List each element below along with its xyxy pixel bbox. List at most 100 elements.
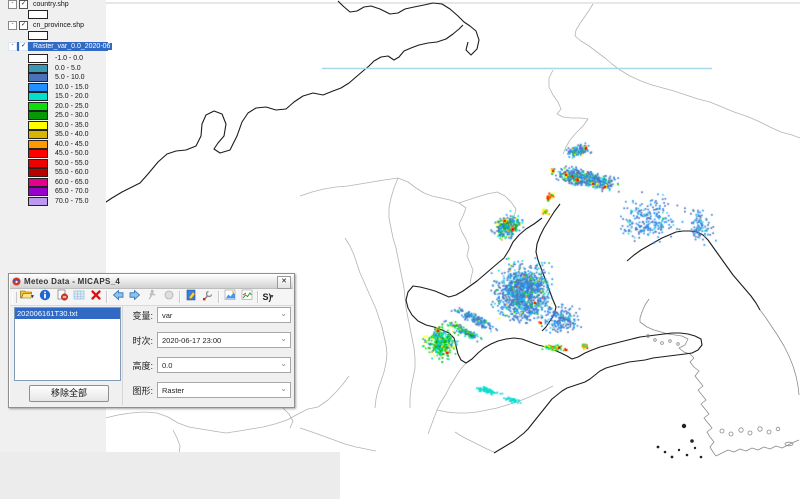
legend-swatch [28, 83, 48, 92]
toolbar-separator [179, 291, 180, 303]
area-chart-button[interactable] [221, 290, 238, 304]
layer-checkbox[interactable]: ✓ [19, 0, 28, 9]
legend-swatch [28, 168, 48, 177]
animate-button[interactable] [143, 290, 160, 304]
form-row: 时次: 2020-06-17 23:00 ⌄ [123, 332, 291, 348]
legend-label: 55.0 - 60.0 [55, 169, 88, 176]
combobox-value: var [162, 311, 172, 320]
delete-x-icon [90, 288, 102, 306]
toolbar-separator [106, 291, 107, 303]
legend-item: 35.0 - 40.0 [28, 130, 88, 139]
field-label: 高度: [123, 359, 153, 372]
legend-item: 55.0 - 60.0 [28, 168, 88, 177]
legend-swatch [28, 178, 48, 187]
prev-time-button[interactable] [109, 290, 126, 304]
open-file-button[interactable]: ▼ [19, 290, 36, 304]
field-label: 变量: [123, 309, 153, 322]
delete-button[interactable] [87, 290, 104, 304]
legend-item: 70.0 - 75.0 [28, 197, 88, 206]
line-chart-icon [241, 288, 253, 306]
layer-symbol-swatch [28, 10, 48, 19]
legend-label: 0.0 - 5.0 [55, 65, 81, 72]
file-list[interactable]: 202006161T30.txt [14, 307, 121, 381]
legend-label: 20.0 - 25.0 [55, 103, 88, 110]
table-view-button[interactable] [70, 290, 87, 304]
plot-button[interactable] [238, 290, 255, 304]
toolbar-grip[interactable] [12, 292, 17, 303]
chevron-down-icon: ⌄ [280, 309, 287, 318]
legend-item: -1.0 - 0.0 [28, 54, 83, 63]
legend-label: 50.0 - 55.0 [55, 160, 88, 167]
area-chart-icon [224, 288, 236, 306]
layer-label: country.shp [31, 1, 71, 8]
chevron-down-icon: ⌄ [280, 334, 287, 343]
dialog-form: 变量: var ⌄ 时次: 2020-06-17 23:00 ⌄ 高度: 0.0 ⌄ 图形: Ras… [122, 305, 291, 405]
legend-swatch [28, 159, 48, 168]
combobox-value: 2020-06-17 23:00 [162, 336, 221, 345]
tree-expander-icon[interactable]: - [8, 42, 17, 51]
remove-file-icon [56, 288, 68, 306]
file-list-item[interactable]: 202006161T30.txt [15, 308, 120, 319]
tree-expander-icon[interactable]: - [8, 0, 17, 9]
layer-checkbox[interactable]: ✓ [19, 42, 28, 51]
layer-tree-item[interactable]: -✓Raster_var_0.0_2020-06 [8, 42, 108, 51]
chevron-down-icon: ⌄ [280, 359, 287, 368]
layer-symbol-swatch [28, 31, 48, 40]
ball-icon [163, 288, 175, 306]
legend-item: 40.0 - 45.0 [28, 140, 88, 149]
legend-label: 70.0 - 75.0 [55, 198, 88, 205]
layer-tree-item[interactable]: -✓cn_province.shp [8, 21, 86, 30]
legend-swatch [28, 73, 48, 82]
field-combobox[interactable]: Raster⌄ [157, 382, 291, 398]
legend-label: -1.0 - 0.0 [55, 55, 83, 62]
legend-label: 40.0 - 45.0 [55, 141, 88, 148]
remove-file-button[interactable] [53, 290, 70, 304]
next-time-button[interactable] [126, 290, 143, 304]
legend-swatch [28, 54, 48, 63]
chevron-down-icon: ⌄ [280, 384, 287, 393]
dialog-titlebar[interactable]: Meteo Data - MICAPS_4 ✕ [10, 275, 293, 289]
radar-overlay [0, 0, 800, 499]
field-label: 图形: [123, 384, 153, 397]
legend-swatch [28, 64, 48, 73]
legend-label: 35.0 - 40.0 [55, 131, 88, 138]
app-icon [12, 277, 21, 286]
field-combobox[interactable]: 0.0 ⌄ [157, 357, 291, 373]
style-icon [185, 288, 197, 306]
legend-item: 50.0 - 55.0 [28, 159, 88, 168]
legend-item: 30.0 - 35.0 [28, 121, 88, 130]
remove-all-button[interactable]: 移除全部 [29, 385, 109, 402]
form-row: 变量: var ⌄ [123, 307, 291, 323]
legend-item: 10.0 - 15.0 [28, 83, 88, 92]
legend-swatch [28, 140, 48, 149]
legend-label: 60.0 - 65.0 [55, 179, 88, 186]
combobox-value: 0.0 [162, 361, 172, 370]
legend-item: 5.0 - 10.0 [28, 73, 85, 82]
tools-button[interactable] [199, 290, 216, 304]
style-button[interactable] [182, 290, 199, 304]
dropdown-caret-icon: ▼ [270, 294, 275, 300]
field-combobox[interactable]: 2020-06-17 23:00 ⌄ [157, 332, 291, 348]
legend-swatch [28, 197, 48, 206]
legend-swatch [28, 187, 48, 196]
legend-item: 60.0 - 65.0 [28, 178, 88, 187]
toolbar-separator [257, 291, 258, 303]
form-row: 图形: Raster⌄ [123, 382, 291, 398]
s-menu-button[interactable]: S)▼ [260, 290, 277, 304]
info-button[interactable] [36, 290, 53, 304]
legend-label: 45.0 - 50.0 [55, 150, 88, 157]
tools-icon [202, 288, 214, 306]
runner-icon [146, 288, 158, 306]
layer-checkbox[interactable]: ✓ [19, 21, 28, 30]
legend-item: 0.0 - 5.0 [28, 64, 81, 73]
field-label: 时次: [123, 334, 153, 347]
legend-item: 45.0 - 50.0 [28, 149, 88, 158]
close-icon[interactable]: ✕ [277, 276, 291, 289]
legend-swatch [28, 121, 48, 130]
tree-expander-icon[interactable]: - [8, 21, 17, 30]
field-combobox[interactable]: var ⌄ [157, 307, 291, 323]
stop-button[interactable] [160, 290, 177, 304]
arrow-left-icon [112, 288, 124, 306]
info-icon [39, 288, 51, 306]
layer-tree-item[interactable]: -✓country.shp [8, 0, 71, 9]
